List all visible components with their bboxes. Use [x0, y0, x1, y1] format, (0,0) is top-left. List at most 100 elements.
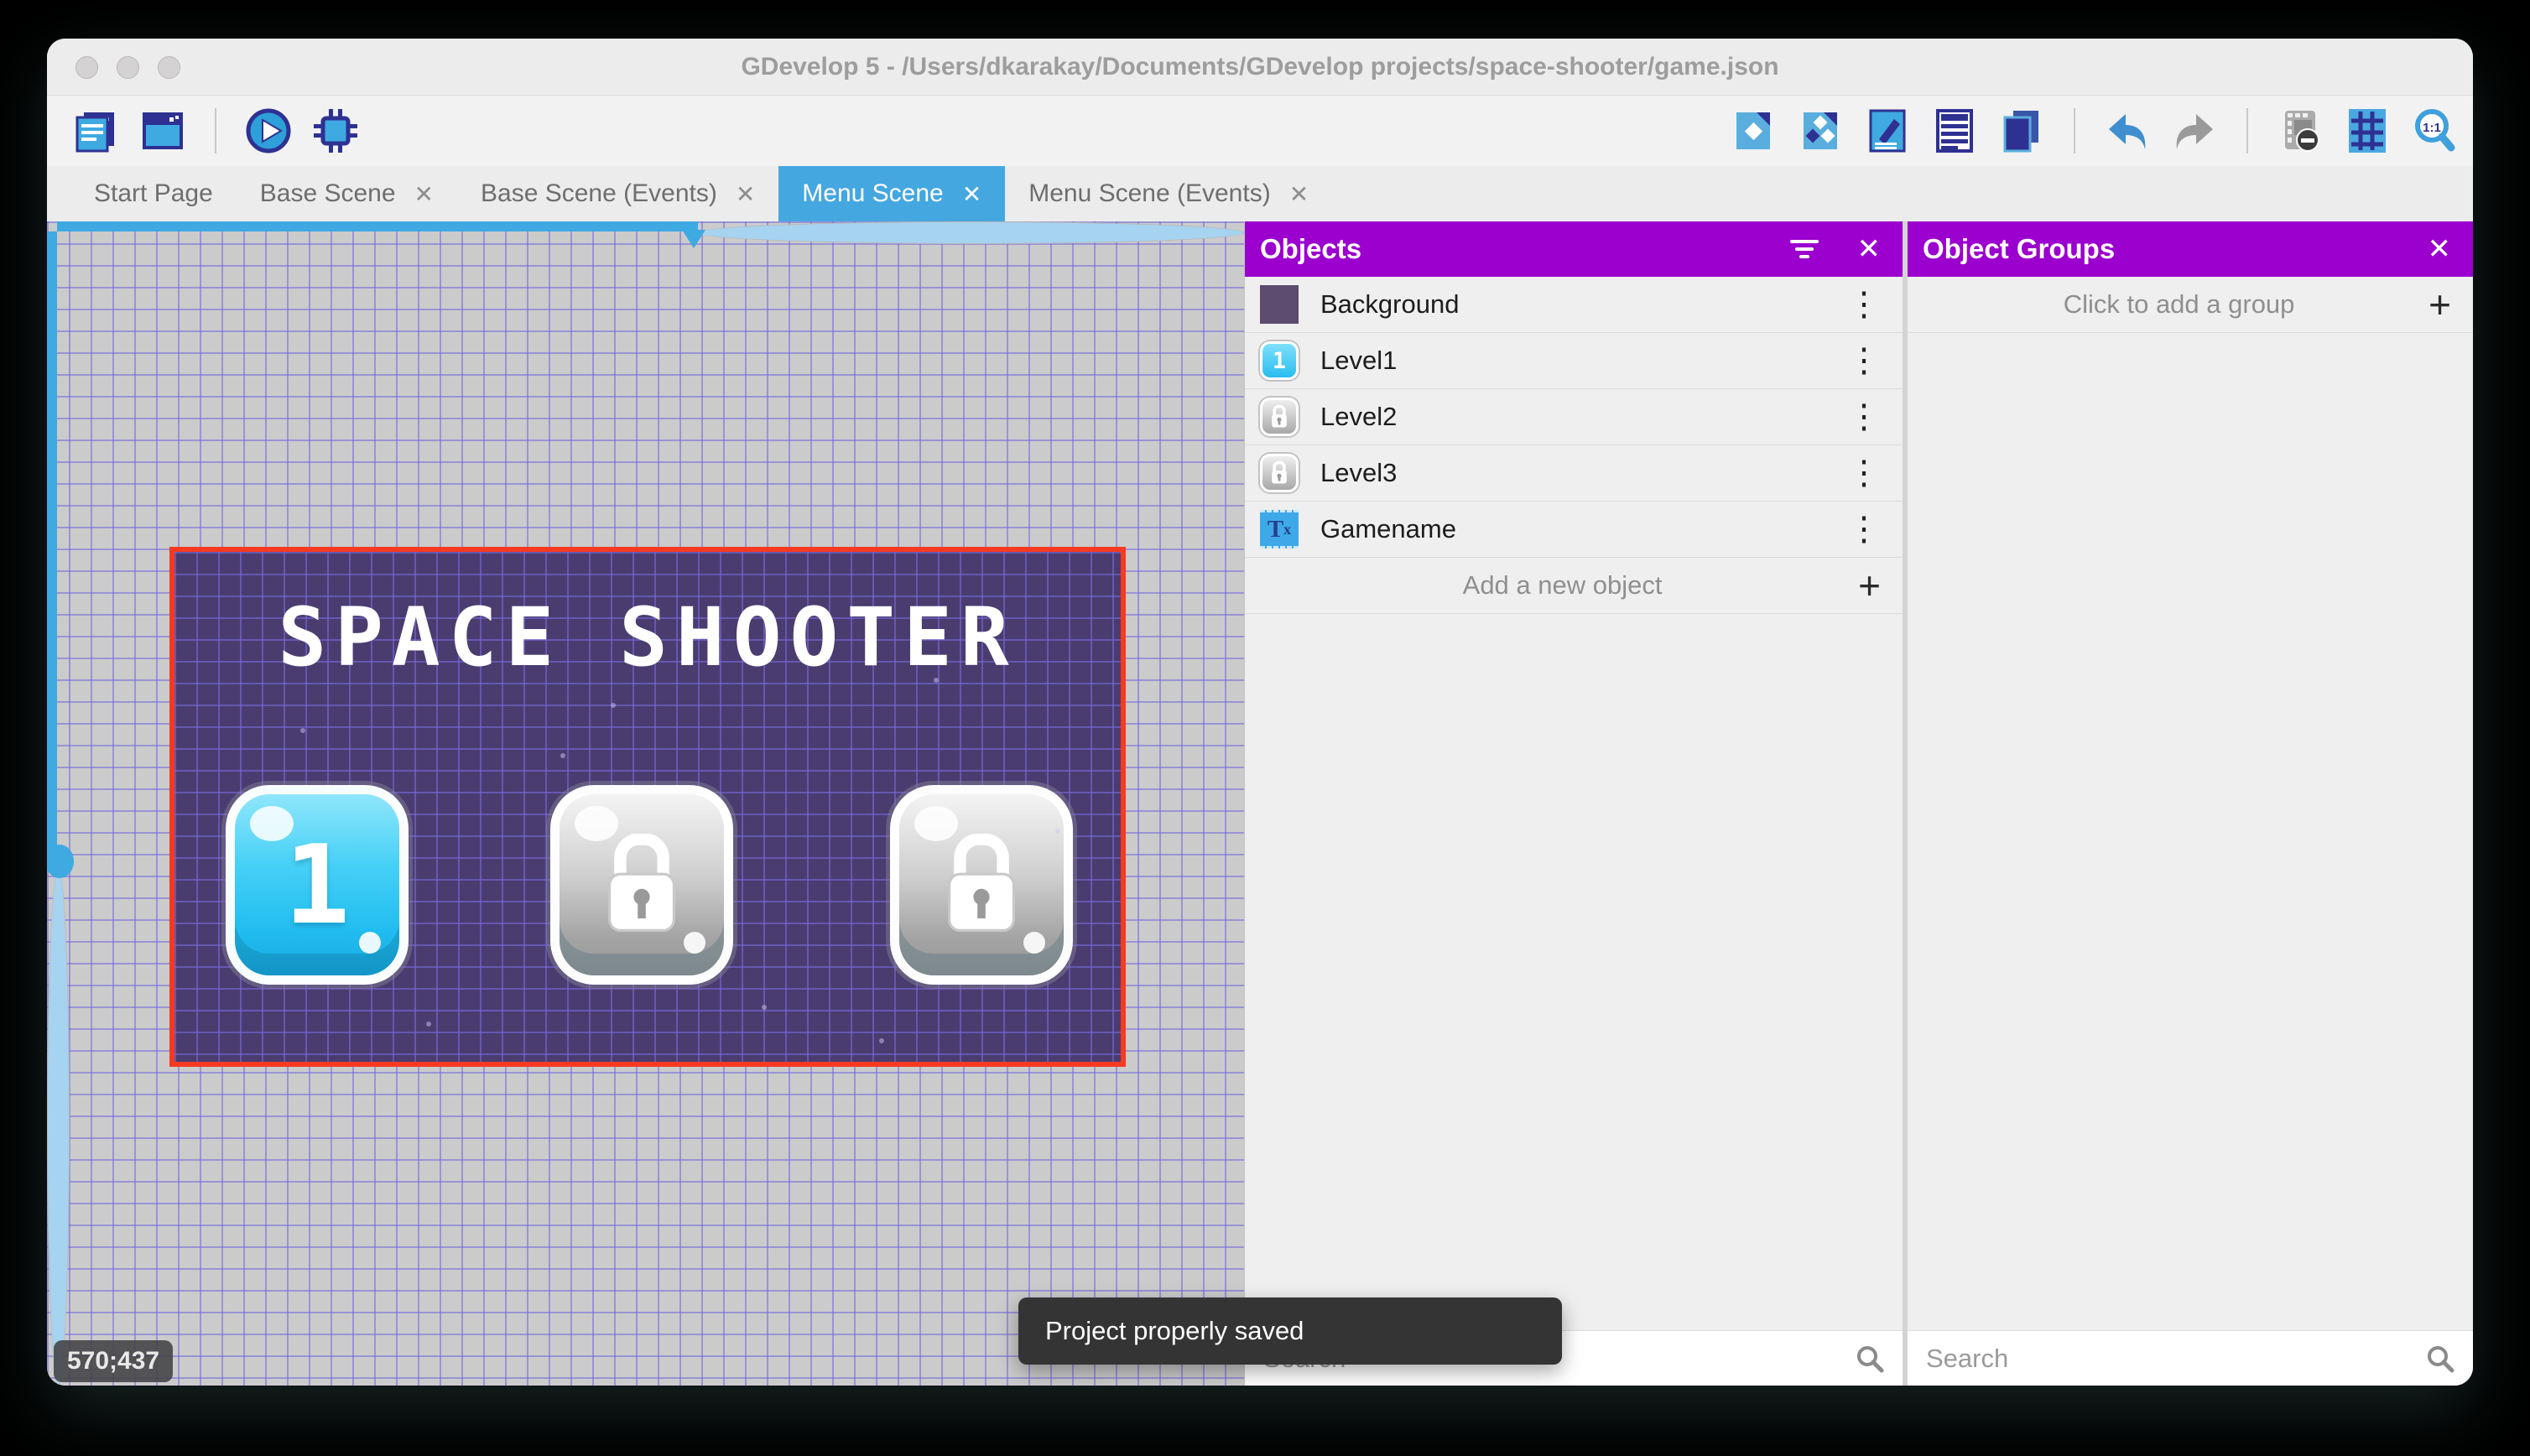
- lock-icon: [608, 834, 675, 932]
- toolbar-divider: [2074, 108, 2075, 153]
- locked-button-icon: [1260, 398, 1299, 436]
- canvas-horizontal-scrollbar[interactable]: [57, 221, 1244, 244]
- play-icon[interactable]: [245, 107, 292, 154]
- star-speck: [426, 1022, 431, 1027]
- object-groups-editor-icon[interactable]: [1797, 107, 1844, 154]
- gloss-highlight: [914, 806, 958, 841]
- scene-background-instance[interactable]: SPACE SHOOTER 1: [169, 547, 1126, 1067]
- object-groups-panel-title: Object Groups: [1923, 233, 2116, 264]
- tab-label: Menu Scene (Events): [1028, 179, 1271, 207]
- groups-search-input[interactable]: [1926, 1343, 2426, 1374]
- toolbar-divider: [2246, 108, 2248, 153]
- vertical-scrollbar-handle[interactable]: [47, 845, 74, 879]
- toolbar-left: [72, 107, 359, 154]
- tab-label: Base Scene (Events): [481, 179, 717, 207]
- tab-start-page[interactable]: Start Page: [70, 166, 237, 221]
- objects-panel-header: Objects ✕: [1245, 221, 1903, 277]
- filter-icon[interactable]: [1789, 238, 1819, 260]
- scrollbar-track-active: [47, 231, 57, 866]
- gloss-dot: [684, 932, 705, 954]
- object-menu-icon[interactable]: ⋮: [1847, 512, 1881, 546]
- level2-button-instance[interactable]: [550, 785, 733, 985]
- star-speck: [934, 678, 939, 683]
- tab-close-icon[interactable]: ✕: [1289, 180, 1309, 208]
- mask-toggle-icon[interactable]: [2277, 107, 2324, 154]
- tab-label: Menu Scene: [802, 179, 944, 207]
- app-window: GDevelop 5 - /Users/dkarakay/Documents/G…: [47, 39, 2473, 1386]
- level3-button-instance[interactable]: [890, 785, 1073, 985]
- object-name: Background: [1320, 289, 1460, 319]
- add-group-row[interactable]: Click to add a group +: [1908, 277, 2473, 333]
- object-name: Gamename: [1320, 514, 1456, 543]
- cursor-coordinates: 570;437: [54, 1340, 174, 1382]
- objects-panel: Objects ✕ Background ⋮ 1 Level1 ⋮ Level2…: [1244, 221, 1903, 1386]
- toast-notification: Project properly saved: [1018, 1297, 1562, 1365]
- object-menu-icon[interactable]: ⋮: [1847, 288, 1881, 321]
- gloss-highlight: [575, 806, 618, 841]
- tab-menu-scene-events[interactable]: Menu Scene (Events) ✕: [1005, 166, 1332, 221]
- start-page-icon[interactable]: [139, 107, 186, 154]
- close-panel-icon[interactable]: ✕: [2428, 232, 2452, 266]
- scene-title-text[interactable]: SPACE SHOOTER: [174, 590, 1121, 684]
- object-groups-empty-area: [1908, 333, 2473, 1330]
- undo-icon[interactable]: [2104, 107, 2151, 154]
- locked-button-icon: [1260, 454, 1299, 492]
- object-name: Level2: [1320, 402, 1398, 431]
- canvas-vertical-scrollbar[interactable]: [47, 231, 70, 1386]
- level1-button-icon: 1: [1260, 341, 1299, 380]
- tab-close-icon[interactable]: ✕: [414, 180, 434, 208]
- object-menu-icon[interactable]: ⋮: [1847, 456, 1881, 490]
- star-speck: [762, 1005, 767, 1010]
- titlebar: GDevelop 5 - /Users/dkarakay/Documents/G…: [47, 39, 2473, 96]
- search-icon[interactable]: [2426, 1344, 2455, 1373]
- project-manager-icon[interactable]: [72, 107, 119, 154]
- toolbar: 1:1: [47, 96, 2473, 166]
- grid-icon[interactable]: [2344, 107, 2391, 154]
- properties-icon[interactable]: [1864, 107, 1911, 154]
- tab-menu-scene[interactable]: Menu Scene ✕: [778, 166, 1006, 221]
- scrollbar-track-active: [57, 221, 699, 231]
- star-speck: [560, 753, 565, 758]
- toolbar-right: 1:1: [1730, 107, 2458, 154]
- zoom-ratio-label: 1:1: [2423, 121, 2441, 135]
- tab-close-icon[interactable]: ✕: [736, 180, 755, 208]
- scrollbar-track: [47, 866, 70, 1386]
- add-object-plus-icon[interactable]: +: [1858, 566, 1881, 605]
- object-row-level1[interactable]: 1 Level1 ⋮: [1245, 333, 1903, 389]
- scrollbar-track: [698, 221, 1244, 244]
- tab-bar: Start Page Base Scene ✕ Base Scene (Even…: [47, 166, 2473, 221]
- object-row-background[interactable]: Background ⋮: [1245, 277, 1903, 333]
- tab-base-scene-events[interactable]: Base Scene (Events) ✕: [457, 166, 778, 221]
- object-row-level2[interactable]: Level2 ⋮: [1245, 389, 1903, 445]
- zoom-1-1-icon[interactable]: 1:1: [2411, 107, 2458, 154]
- tab-label: Base Scene: [259, 179, 396, 207]
- add-group-plus-icon[interactable]: +: [2428, 285, 2451, 324]
- search-icon[interactable]: [1856, 1344, 1884, 1373]
- text-object-icon: Tx: [1260, 510, 1299, 549]
- tab-label: Start Page: [94, 179, 213, 207]
- objects-panel-title: Objects: [1260, 233, 1362, 264]
- debug-icon[interactable]: [312, 107, 359, 154]
- star-speck: [611, 703, 616, 708]
- redo-icon[interactable]: [2171, 107, 2218, 154]
- object-row-gamename[interactable]: Tx Gamename ⋮: [1245, 502, 1903, 558]
- objects-editor-icon[interactable]: [1730, 107, 1777, 154]
- object-menu-icon[interactable]: ⋮: [1847, 400, 1881, 434]
- level1-button-instance[interactable]: 1: [226, 785, 409, 985]
- instances-list-icon[interactable]: [1931, 107, 1978, 154]
- level1-number: 1: [284, 821, 351, 949]
- tab-base-scene[interactable]: Base Scene ✕: [237, 166, 457, 221]
- gloss-dot: [359, 932, 381, 954]
- background-swatch-icon: [1260, 285, 1299, 324]
- tab-close-icon[interactable]: ✕: [962, 180, 981, 208]
- groups-search-bar: [1908, 1330, 2473, 1386]
- close-panel-icon[interactable]: ✕: [1857, 232, 1882, 266]
- gloss-dot: [1023, 932, 1045, 954]
- add-object-row[interactable]: Add a new object +: [1245, 558, 1903, 614]
- object-menu-icon[interactable]: ⋮: [1847, 344, 1881, 377]
- star-speck: [1055, 829, 1060, 834]
- object-row-level3[interactable]: Level3 ⋮: [1245, 445, 1903, 502]
- scene-canvas[interactable]: SPACE SHOOTER 1 570;437: [47, 221, 1244, 1386]
- layers-icon[interactable]: [1998, 107, 2045, 154]
- horizontal-scrollbar-handle[interactable]: [681, 230, 705, 248]
